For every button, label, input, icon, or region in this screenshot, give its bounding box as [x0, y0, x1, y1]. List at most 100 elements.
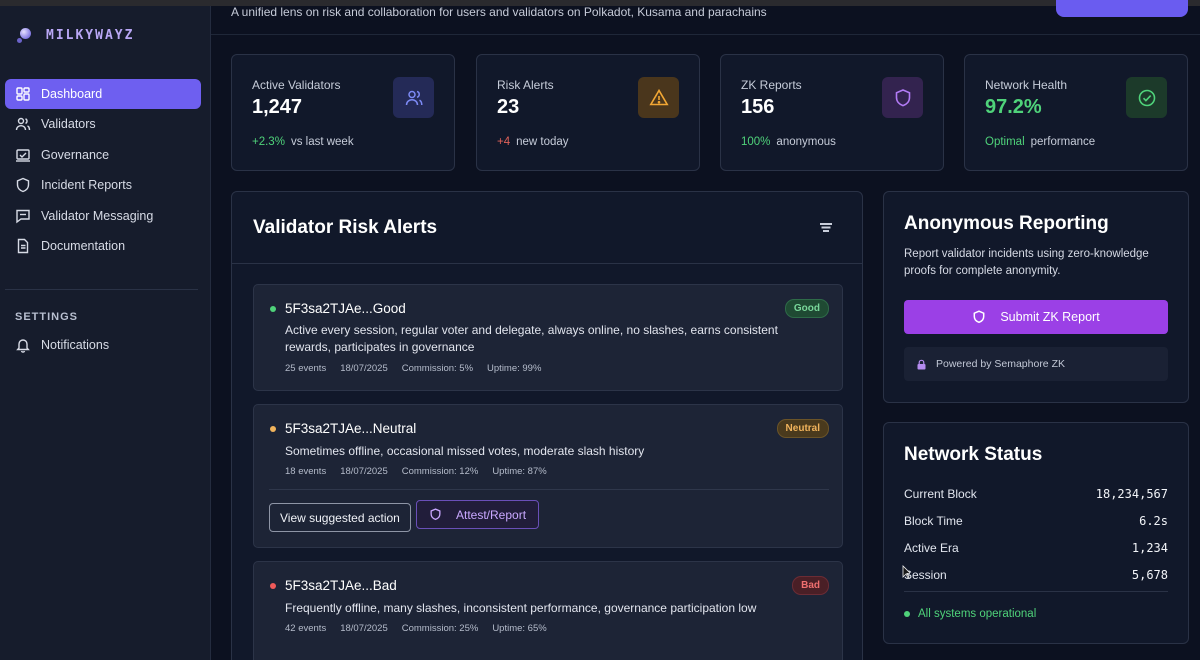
row-label: Block Time [904, 514, 963, 528]
alert-description: Active every session, regular voter and … [285, 323, 778, 354]
sidebar-item-label: Validator Messaging [41, 208, 154, 223]
uptime: Uptime: 65% [492, 623, 547, 634]
commission: Commission: 12% [401, 466, 479, 477]
event-count: 18 events [285, 466, 327, 477]
row-label: Active Era [904, 541, 959, 555]
alert-meta: 18 events 18/07/2025 Commission: 12% Upt… [285, 466, 547, 477]
submit-zk-report-button[interactable]: Submit ZK Report [904, 300, 1168, 334]
shield-icon [430, 508, 441, 521]
sidebar-item-label: Notifications [41, 338, 110, 352]
users-icon [393, 77, 434, 118]
alert-card-good[interactable]: 5F3sa2TJAe...Good Good Active every sess… [253, 284, 843, 391]
network-row-session: Session 5,678 [904, 568, 1168, 582]
panel-title: Validator Risk Alerts [253, 217, 438, 238]
lock-icon [917, 359, 926, 369]
sidebar-item-documentation[interactable]: Documentation [5, 231, 201, 261]
check-circle-icon [1126, 77, 1167, 118]
alert-description: Sometimes offline, occasional missed vot… [285, 444, 645, 458]
stat-delta: +4 [497, 136, 511, 148]
status-dot [270, 306, 276, 312]
bell-icon [15, 337, 31, 353]
stat-foot-text: anonymous [776, 136, 836, 148]
powered-by-text: Powered by Semaphore ZK [936, 358, 1065, 370]
alert-card-bad[interactable]: 5F3sa2TJAe...Bad Bad Frequently offline,… [253, 561, 843, 660]
header-action-button[interactable] [1056, 0, 1188, 17]
commission: Commission: 5% [401, 363, 474, 374]
card-divider [269, 489, 829, 490]
stat-label: Risk Alerts [497, 78, 554, 92]
alert-date: 18/07/2025 [340, 466, 388, 477]
row-value: 5,678 [1131, 568, 1168, 582]
sidebar-item-label: Incident Reports [41, 178, 133, 193]
stat-foot-text: vs last week [290, 136, 354, 148]
sidebar-item-label: Documentation [41, 238, 126, 253]
header-divider [211, 34, 1200, 35]
network-row-active-era: Active Era 1,234 [904, 541, 1168, 555]
stat-delta: +2.3% [252, 136, 285, 148]
sidebar-item-notifications[interactable]: Notifications [5, 330, 201, 360]
stat-foot-text: new today [516, 136, 569, 148]
sidebar-item-validator-messaging[interactable]: Validator Messaging [5, 201, 201, 231]
stat-card-zk-reports: ZK Reports 156 100% anonymous [720, 54, 944, 171]
system-status-text: All systems operational [918, 608, 1037, 620]
status-badge: Neutral [776, 419, 829, 438]
users-icon [15, 116, 31, 132]
stat-card-network-health: Network Health 97.2% Optimal performance [964, 54, 1188, 171]
stat-footer: +4 new today [497, 136, 569, 148]
stat-label: Network Health [985, 78, 1068, 92]
filter-icon[interactable] [820, 222, 832, 232]
event-count: 42 events [285, 623, 327, 634]
stat-card-active-validators: Active Validators 1,247 +2.3% vs last we… [231, 54, 455, 171]
mouse-cursor-icon [902, 565, 910, 578]
view-suggested-action-button[interactable]: View suggested action [269, 503, 411, 532]
alert-card-neutral[interactable]: 5F3sa2TJAe...Neutral Neutral Sometimes o… [253, 404, 843, 548]
validator-name: 5F3sa2TJAe...Bad [285, 578, 397, 593]
settings-nav: Notifications [5, 330, 201, 360]
card-title: Network Status [904, 444, 1043, 465]
sidebar-item-dashboard[interactable]: Dashboard [5, 79, 201, 109]
stat-value: 1,247 [252, 96, 303, 118]
status-dot [270, 583, 276, 589]
status-dot [270, 426, 276, 432]
sidebar-item-label: Dashboard [41, 87, 103, 101]
sidebar-item-validators[interactable]: Validators [5, 109, 201, 139]
attest-report-label: Attest/Report [456, 507, 527, 522]
row-label: Current Block [904, 487, 977, 501]
system-status: All systems operational [904, 608, 1036, 620]
validator-name: 5F3sa2TJAe...Good [285, 301, 406, 316]
stat-card-risk-alerts: Risk Alerts 23 +4 new today [476, 54, 700, 171]
app-root: MILKYWAYZ Dashboard Validators Governanc… [0, 0, 1200, 660]
network-row-block-time: Block Time 6.2s [904, 514, 1168, 528]
validator-risk-alerts-panel: Validator Risk Alerts 5F3sa2TJAe...Good … [231, 191, 863, 660]
sidebar-divider [5, 289, 198, 290]
app-name: MILKYWAYZ [46, 27, 135, 43]
sidebar-item-incident-reports[interactable]: Incident Reports [5, 170, 201, 200]
sidebar-item-label: Validators [41, 117, 96, 132]
attest-report-button[interactable]: Attest/Report [416, 500, 540, 529]
card-title: Anonymous Reporting [904, 213, 1109, 234]
alert-description: Frequently offline, many slashes, incons… [285, 601, 757, 615]
logo[interactable]: MILKYWAYZ [16, 26, 134, 44]
logo-icon [16, 26, 34, 44]
network-status-card: Network Status Current Block 18,234,567 … [883, 422, 1189, 644]
uptime: Uptime: 87% [492, 466, 547, 477]
anonymous-reporting-card: Anonymous Reporting Report validator inc… [883, 191, 1189, 403]
stat-footer: Optimal performance [985, 136, 1095, 148]
sidebar: MILKYWAYZ Dashboard Validators Governanc… [0, 6, 211, 660]
commission: Commission: 25% [401, 623, 479, 634]
alert-meta: 25 events 18/07/2025 Commission: 5% Upti… [285, 363, 541, 374]
row-label: Session [904, 568, 947, 582]
stat-value: 156 [741, 96, 775, 118]
row-value: 18,234,567 [1095, 487, 1168, 501]
stat-value: 97.2% [985, 96, 1042, 118]
powered-by-box: Powered by Semaphore ZK [904, 347, 1168, 381]
sidebar-item-governance[interactable]: Governance [5, 140, 201, 170]
status-dot [904, 611, 910, 617]
dashboard-icon [15, 86, 31, 102]
status-badge: Good [784, 299, 829, 318]
alert-date: 18/07/2025 [340, 623, 388, 634]
stat-delta: Optimal [985, 136, 1025, 148]
sidebar-item-label: Governance [41, 147, 110, 162]
stat-label: Active Validators [252, 78, 341, 92]
panel-divider [232, 263, 862, 264]
